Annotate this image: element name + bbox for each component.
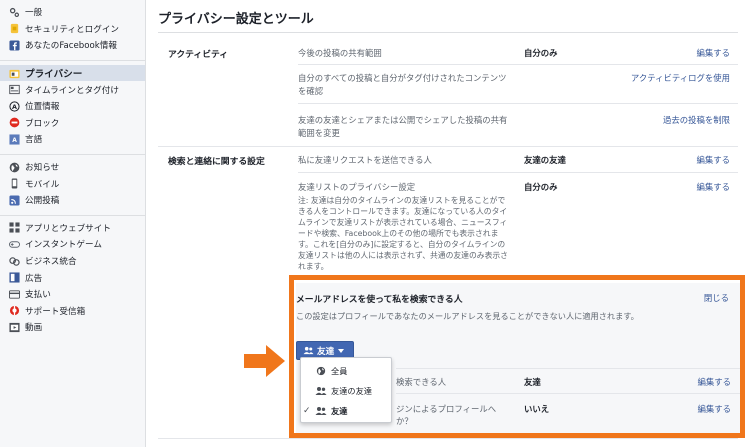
sidebar-item[interactable]: A 位置情報 [0, 98, 145, 115]
sidebar-item[interactable]: 一般 [0, 4, 145, 21]
sidebar-item[interactable]: お知らせ [0, 159, 145, 176]
arrow-icon [244, 345, 285, 377]
activity-log-link[interactable]: アクティビティログを使用 [631, 72, 730, 84]
block-icon [9, 117, 20, 128]
sidebar-item-label: 支払い [25, 290, 51, 301]
edit-link[interactable]: 編集する [697, 181, 731, 193]
sidebar-item-label: 公開投稿 [25, 196, 60, 207]
card-icon [9, 289, 20, 300]
sidebar-item-label: 言語 [25, 135, 43, 146]
shield-icon [9, 23, 20, 34]
section-title-activity: アクティビティ [168, 50, 229, 60]
sidebar-item[interactable]: あなたのFacebook情報 [0, 37, 145, 54]
globe-icon [9, 162, 20, 173]
sidebar-item[interactable]: タイムラインとタグ付け [0, 81, 145, 98]
row-label: 友達の友達とシェアまたは公開でシェアした投稿の共有範囲を変更 [298, 115, 508, 138]
sidebar-item-label: セキュリティとログイン [25, 24, 120, 35]
sidebar-item-label: あなたのFacebook情報 [25, 41, 117, 52]
row-note: 注: 友達は自分のタイムラインの友達リストを見ることができる人をコントロールでき… [298, 196, 508, 271]
sidebar-item-label: 動画 [25, 323, 43, 334]
row-label: 自分のすべての投稿と自分がタグ付けされたコンテンツを確認 [298, 73, 507, 96]
highlight-box [289, 275, 745, 438]
divider [298, 103, 738, 104]
rss-icon [9, 195, 20, 206]
edit-link[interactable]: 編集する [697, 154, 731, 166]
sidebar-item-label: お知らせ [25, 163, 60, 174]
sidebar-item[interactable]: 動画 [0, 319, 145, 336]
sidebar-item-label: 広告 [25, 273, 43, 284]
language-icon: A [9, 134, 20, 145]
sidebar-item[interactable]: セキュリティとログイン [0, 21, 145, 38]
page-title: プライバシー設定とツール [158, 12, 314, 27]
divider [158, 438, 738, 439]
sidebar-item-label: タイムラインとタグ付け [25, 85, 119, 96]
gamepad-icon [9, 239, 20, 250]
sidebar-item[interactable]: 支払い [0, 286, 145, 303]
divider [298, 172, 738, 173]
sidebar-group: 一般セキュリティとログイン あなたのFacebook情報 [0, 0, 145, 61]
business-icon [9, 256, 20, 267]
sidebar-item-label: サポート受信箱 [25, 306, 86, 317]
sidebar-item-label: インスタントゲーム [25, 240, 102, 251]
facebook-icon [9, 40, 20, 51]
svg-text:A: A [12, 137, 17, 144]
sidebar-group: アプリとウェブサイト インスタントゲーム ビジネス統合 広告支払いサポート受信箱 動画 [0, 216, 145, 342]
sidebar-group: プライバシータイムラインとタグ付け A 位置情報ブロック A 言語 [0, 61, 145, 155]
sidebar-item-label: 位置情報 [25, 102, 60, 113]
row-label: 友達リストのプライバシー設定 [298, 182, 416, 192]
lock-icon [9, 68, 20, 79]
svg-text:A: A [12, 103, 17, 111]
row-label: 私に友達リクエストを送信できる人 [298, 155, 432, 165]
gear-icon [9, 7, 20, 18]
sidebar-item-label: アプリとウェブサイト [25, 223, 111, 234]
timeline-icon [9, 84, 20, 95]
settings-sidebar: 一般セキュリティとログイン あなたのFacebook情報 プライバシータイムラインと… [0, 0, 146, 447]
lifebuoy-icon [9, 305, 20, 316]
sidebar-item[interactable]: ビジネス統合 [0, 253, 145, 270]
row-value: 友達の友達 [524, 155, 566, 165]
sidebar-item[interactable]: サポート受信箱 [0, 303, 145, 320]
limit-past-posts-link[interactable]: 過去の投稿を制限 [663, 114, 730, 126]
edit-link[interactable]: 編集する [697, 47, 731, 59]
divider [158, 32, 738, 33]
section-title-search: 検索と連絡に関する設定 [168, 157, 265, 167]
row-value: 自分のみ [524, 48, 558, 58]
sidebar-item[interactable]: モバイル [0, 175, 145, 192]
sidebar-item[interactable]: インスタントゲーム [0, 236, 145, 253]
sidebar-item-label: プライバシー [25, 69, 83, 81]
sidebar-item[interactable]: 広告 [0, 269, 145, 286]
row-label: 今後の投稿の共有範囲 [298, 48, 382, 58]
location-icon: A [9, 101, 20, 112]
video-icon [9, 322, 20, 333]
sidebar-item-label: 一般 [25, 8, 43, 19]
sidebar-item[interactable]: A 言語 [0, 131, 145, 148]
sidebar-item-label: モバイル [25, 179, 60, 190]
sidebar-item[interactable]: プライバシー [0, 64, 145, 82]
sidebar-item-label: ビジネス統合 [25, 257, 77, 268]
divider [158, 146, 738, 147]
sidebar-group: お知らせモバイル公開投稿 [0, 155, 145, 216]
sidebar-item[interactable]: アプリとウェブサイト [0, 220, 145, 237]
sidebar-item[interactable]: 公開投稿 [0, 192, 145, 209]
ads-icon [9, 272, 20, 283]
apps-icon [9, 222, 20, 233]
mobile-icon [9, 178, 20, 189]
sidebar-item-label: ブロック [25, 118, 60, 129]
sidebar-item[interactable]: ブロック [0, 115, 145, 132]
row-value: 自分のみ [524, 182, 558, 192]
divider [298, 64, 738, 65]
